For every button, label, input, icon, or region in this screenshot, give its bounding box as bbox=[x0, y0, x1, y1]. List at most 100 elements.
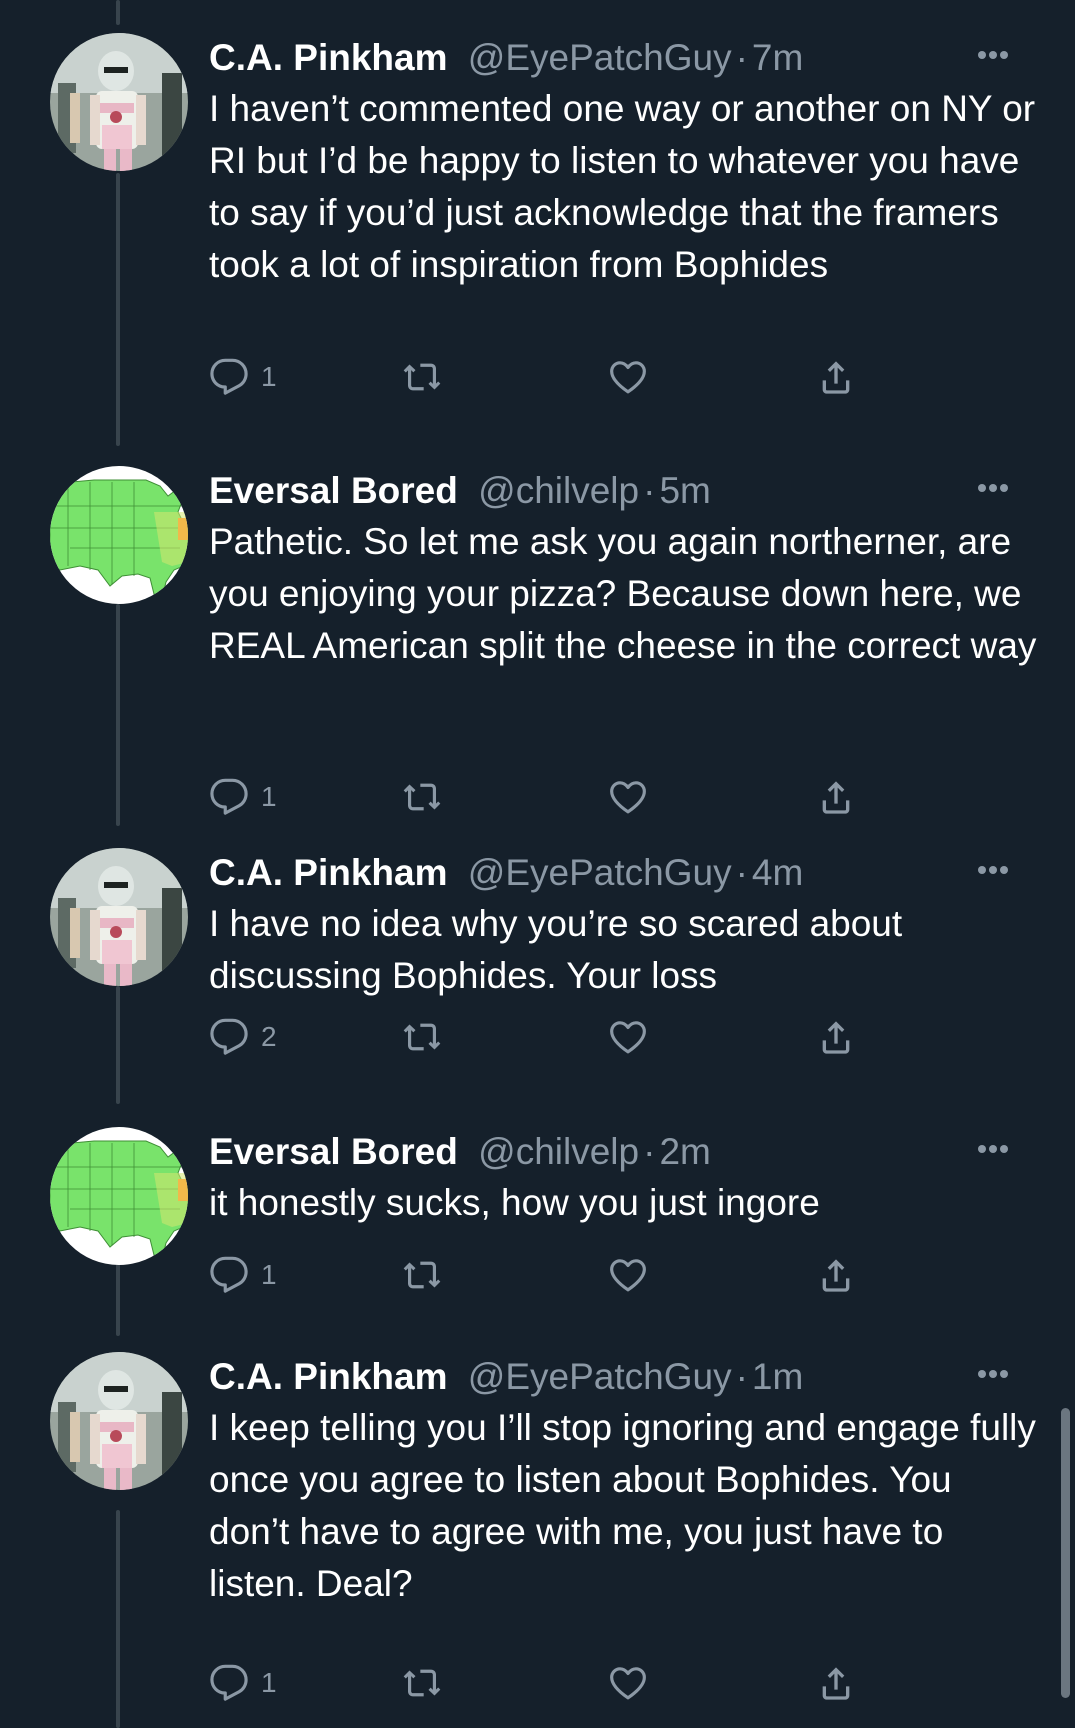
share-button[interactable] bbox=[815, 1659, 857, 1707]
share-icon bbox=[815, 1663, 857, 1703]
scrollbar[interactable] bbox=[1061, 1408, 1070, 1698]
timestamp[interactable]: 4m bbox=[752, 852, 803, 893]
more-options-icon[interactable] bbox=[978, 1370, 1018, 1384]
reply-count: 1 bbox=[261, 361, 277, 392]
reply-count: 2 bbox=[261, 1021, 277, 1052]
like-button[interactable] bbox=[607, 1659, 661, 1707]
like-button[interactable] bbox=[607, 773, 661, 821]
reply-count: 1 bbox=[261, 1259, 277, 1290]
retweet-icon bbox=[401, 777, 443, 817]
heart-icon bbox=[607, 777, 649, 817]
thread-connector-line bbox=[116, 1264, 120, 1336]
thread-connector-line bbox=[116, 604, 120, 826]
share-icon bbox=[815, 1255, 857, 1295]
reply-icon bbox=[209, 777, 249, 817]
tweet-actions: 1 bbox=[209, 1251, 909, 1307]
retweet-icon bbox=[401, 1255, 443, 1295]
retweet-icon bbox=[401, 357, 443, 397]
tweet-actions: 1 bbox=[209, 773, 909, 829]
reply-icon bbox=[209, 357, 249, 397]
separator-dot: · bbox=[643, 1131, 656, 1172]
stormtrooper-avatar-icon[interactable] bbox=[50, 33, 188, 171]
author-handle[interactable]: @chilvelp bbox=[478, 1131, 639, 1172]
reply-button[interactable]: 1 bbox=[209, 1251, 277, 1299]
heart-icon bbox=[607, 357, 649, 397]
tweet-body: C.A. Pinkham @EyePatchGuy · 1m I keep tell… bbox=[209, 1352, 1060, 1701]
tweet-text: I keep telling you I’ll stop ignoring an… bbox=[209, 1407, 1036, 1604]
retweet-button[interactable] bbox=[401, 353, 455, 401]
reply-button[interactable]: 2 bbox=[209, 1013, 277, 1061]
timestamp[interactable]: 5m bbox=[659, 470, 710, 511]
tweet-text: I haven’t commented one way or another o… bbox=[209, 88, 1036, 285]
share-button[interactable] bbox=[815, 773, 857, 821]
separator-dot: · bbox=[735, 1356, 748, 1397]
tweet-body: C.A. Pinkham @EyePatchGuy · 7m I haven’t c… bbox=[209, 33, 1060, 395]
stormtrooper-avatar-icon[interactable] bbox=[50, 848, 188, 986]
author-handle[interactable]: @EyePatchGuy bbox=[468, 852, 732, 893]
thread-connector-line bbox=[116, 173, 120, 446]
more-options-icon[interactable] bbox=[978, 484, 1018, 498]
thread-connector-line bbox=[116, 0, 120, 25]
us-map-avatar-icon[interactable] bbox=[50, 1127, 188, 1265]
author-handle[interactable]: @EyePatchGuy bbox=[468, 37, 732, 78]
timestamp[interactable]: 2m bbox=[659, 1131, 710, 1172]
conversation-thread: C.A. Pinkham @EyePatchGuy · 7m I haven’t c… bbox=[0, 0, 1075, 1728]
author-name[interactable]: C.A. Pinkham bbox=[209, 37, 448, 78]
tweet-body: C.A. Pinkham @EyePatchGuy · 4m I have no i… bbox=[209, 848, 1060, 1055]
reply-icon bbox=[209, 1663, 249, 1703]
tweet-header: C.A. Pinkham @EyePatchGuy · 4m bbox=[209, 848, 1060, 898]
more-options-icon[interactable] bbox=[978, 866, 1018, 880]
tweet-actions: 2 bbox=[209, 1013, 909, 1069]
reply-count: 1 bbox=[261, 1667, 277, 1698]
us-map-avatar-icon[interactable] bbox=[50, 466, 188, 604]
tweet-body: Eversal Bored @chilvelp · 2m it honestly s… bbox=[209, 1127, 1060, 1293]
share-button[interactable] bbox=[815, 1013, 857, 1061]
retweet-button[interactable] bbox=[401, 1659, 455, 1707]
reply-count: 1 bbox=[261, 781, 277, 812]
like-button[interactable] bbox=[607, 1013, 661, 1061]
thread-connector-line bbox=[116, 1510, 120, 1728]
separator-dot: · bbox=[643, 470, 656, 511]
tweet-actions: 1 bbox=[209, 1659, 909, 1715]
reply-button[interactable]: 1 bbox=[209, 353, 277, 401]
author-handle[interactable]: @EyePatchGuy bbox=[468, 1356, 732, 1397]
separator-dot: · bbox=[735, 37, 748, 78]
heart-icon bbox=[607, 1017, 649, 1057]
thread-connector-line bbox=[116, 986, 120, 1104]
retweet-button[interactable] bbox=[401, 1013, 455, 1061]
more-options-icon[interactable] bbox=[978, 1145, 1018, 1159]
retweet-button[interactable] bbox=[401, 1251, 455, 1299]
like-button[interactable] bbox=[607, 1251, 661, 1299]
reply-icon bbox=[209, 1255, 249, 1295]
reply-icon bbox=[209, 1017, 249, 1057]
timestamp[interactable]: 7m bbox=[752, 37, 803, 78]
retweet-button[interactable] bbox=[401, 773, 455, 821]
share-icon bbox=[815, 1017, 857, 1057]
tweet-actions: 1 bbox=[209, 353, 909, 409]
tweet-header: Eversal Bored @chilvelp · 2m bbox=[209, 1127, 1060, 1177]
stormtrooper-avatar-icon[interactable] bbox=[50, 1352, 188, 1490]
reply-button[interactable]: 1 bbox=[209, 773, 277, 821]
tweet-body: Eversal Bored @chilvelp · 5m Pathetic. So … bbox=[209, 466, 1060, 815]
tweet-text: I have no idea why you’re so scared abou… bbox=[209, 903, 903, 996]
author-name[interactable]: Eversal Bored bbox=[209, 1131, 458, 1172]
tweet-header: C.A. Pinkham @EyePatchGuy · 1m bbox=[209, 1352, 1060, 1402]
author-name[interactable]: C.A. Pinkham bbox=[209, 852, 448, 893]
heart-icon bbox=[607, 1255, 649, 1295]
share-button[interactable] bbox=[815, 1251, 857, 1299]
tweet-text: Pathetic. So let me ask you again northe… bbox=[209, 521, 1037, 666]
more-options-icon[interactable] bbox=[978, 51, 1018, 65]
author-handle[interactable]: @chilvelp bbox=[478, 470, 639, 511]
share-button[interactable] bbox=[815, 353, 857, 401]
separator-dot: · bbox=[735, 852, 748, 893]
author-name[interactable]: Eversal Bored bbox=[209, 470, 458, 511]
heart-icon bbox=[607, 1663, 649, 1703]
tweet-header: C.A. Pinkham @EyePatchGuy · 7m bbox=[209, 33, 1060, 83]
author-name[interactable]: C.A. Pinkham bbox=[209, 1356, 448, 1397]
tweet-text: it honestly sucks, how you just ingore bbox=[209, 1182, 820, 1223]
reply-button[interactable]: 1 bbox=[209, 1659, 277, 1707]
like-button[interactable] bbox=[607, 353, 661, 401]
share-icon bbox=[815, 357, 857, 397]
timestamp[interactable]: 1m bbox=[752, 1356, 803, 1397]
retweet-icon bbox=[401, 1017, 443, 1057]
